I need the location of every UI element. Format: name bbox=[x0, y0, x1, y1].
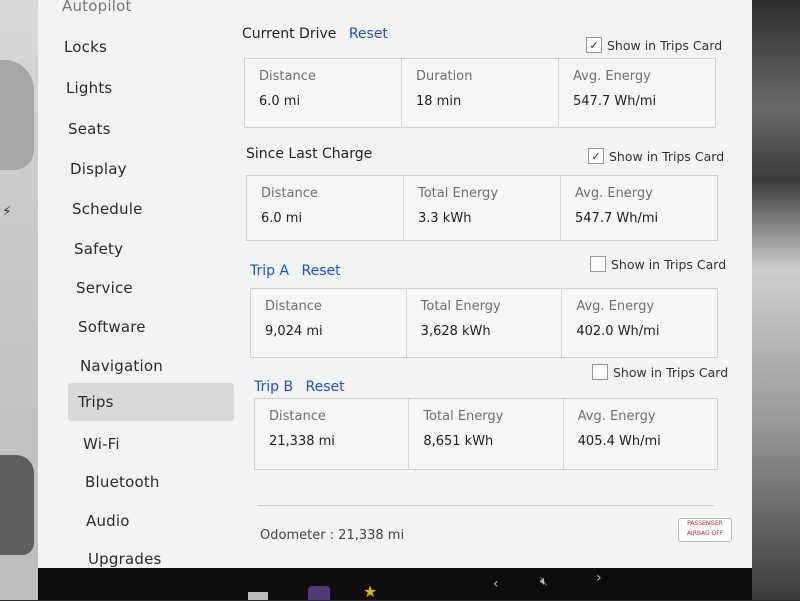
sidebar-item-safety[interactable]: Safety bbox=[74, 240, 123, 258]
slc-total-energy-cell: Total Energy 3.3 kWh bbox=[404, 176, 561, 240]
current-drive-duration-cell: Duration 18 min bbox=[402, 59, 559, 127]
distance-label: Distance bbox=[265, 299, 322, 314]
current-drive-reset-button[interactable]: Reset bbox=[349, 26, 388, 42]
avg-energy-label: Avg. Energy bbox=[573, 69, 651, 84]
mute-icon[interactable]: 🔇︎ bbox=[540, 574, 548, 589]
since-last-charge-card: Distance 6.0 mi Total Energy 3.3 kWh Avg… bbox=[246, 175, 718, 241]
current-drive-title: Current Drive bbox=[242, 26, 337, 42]
distance-label: Distance bbox=[259, 69, 316, 84]
distance-value: 9,024 mi bbox=[265, 324, 323, 339]
sidebar-item-autopilot[interactable]: Autopilot bbox=[62, 0, 132, 15]
charging-bolt-icon: ⚡︎ bbox=[2, 204, 12, 220]
total-energy-label: Total Energy bbox=[420, 299, 501, 314]
current-drive-header: Current Drive Reset bbox=[242, 26, 388, 42]
since-last-charge-title: Since Last Charge bbox=[246, 146, 373, 162]
distance-label: Distance bbox=[269, 409, 326, 424]
slc-distance-cell: Distance 6.0 mi bbox=[247, 176, 404, 240]
settings-panel: Autopilot Locks Lights Seats Display Sch… bbox=[38, 0, 752, 600]
sidebar-item-audio[interactable]: Audio bbox=[86, 512, 130, 530]
odometer-readout: Odometer : 21,338 mi bbox=[260, 528, 405, 543]
avg-energy-label: Avg. Energy bbox=[575, 186, 653, 201]
app-icon-3[interactable]: ★ bbox=[363, 582, 377, 601]
sidebar-item-trips[interactable]: Trips bbox=[68, 383, 234, 421]
section-divider bbox=[258, 505, 714, 506]
car-body-shape bbox=[0, 60, 34, 170]
trip-a-energy-cell: Avg. Energy 402.0 Wh/mi bbox=[562, 289, 717, 357]
chevron-left-icon[interactable]: ‹ bbox=[493, 576, 499, 592]
distance-value: 6.0 mi bbox=[259, 94, 301, 109]
current-drive-show-label: Show in Trips Card bbox=[607, 37, 723, 53]
total-energy-label: Total Energy bbox=[423, 409, 504, 424]
trip-a-show-label: Show in Trips Card bbox=[611, 256, 727, 272]
since-last-charge-show-checkbox[interactable]: ✓ Show in Trips Card bbox=[588, 148, 724, 164]
sidebar-item-locks[interactable]: Locks bbox=[64, 38, 107, 56]
sidebar-item-wifi[interactable]: Wi-Fi bbox=[83, 435, 120, 453]
sidebar-item-schedule[interactable]: Schedule bbox=[72, 200, 143, 218]
avg-energy-value: 405.4 Wh/mi bbox=[577, 434, 661, 449]
current-drive-energy-cell: Avg. Energy 547.7 Wh/mi bbox=[559, 59, 715, 127]
distance-value: 21,338 mi bbox=[269, 434, 335, 449]
airbag-badge-line2: AIRBAG OFF bbox=[686, 530, 724, 537]
background-scenery bbox=[752, 0, 800, 600]
sidebar-item-display[interactable]: Display bbox=[70, 160, 127, 178]
trip-a-reset-button[interactable]: Reset bbox=[302, 263, 341, 279]
checkmark-icon: ✓ bbox=[586, 37, 602, 53]
trip-b-show-checkbox[interactable]: Show in Trips Card bbox=[592, 364, 728, 380]
checkbox-empty-icon bbox=[592, 364, 608, 380]
trip-a-header: Trip A Reset bbox=[250, 263, 341, 279]
total-energy-value: 3,628 kWh bbox=[420, 324, 491, 339]
since-last-charge-show-label: Show in Trips Card bbox=[609, 148, 725, 164]
distance-label: Distance bbox=[261, 186, 318, 201]
avg-energy-label: Avg. Energy bbox=[577, 409, 656, 424]
checkbox-empty-icon bbox=[590, 256, 606, 272]
trip-b-reset-button[interactable]: Reset bbox=[306, 379, 345, 395]
sidebar-item-software[interactable]: Software bbox=[78, 318, 146, 336]
sidebar-item-upgrades[interactable]: Upgrades bbox=[88, 550, 162, 568]
trip-b-title: Trip B bbox=[254, 379, 294, 395]
trip-a-total-energy-cell: Total Energy 3,628 kWh bbox=[407, 289, 563, 357]
sidebar-item-navigation[interactable]: Navigation bbox=[80, 357, 163, 375]
duration-label: Duration bbox=[416, 69, 473, 84]
total-energy-label: Total Energy bbox=[418, 186, 499, 201]
trip-a-distance-cell: Distance 9,024 mi bbox=[251, 289, 407, 357]
slc-energy-cell: Avg. Energy 547.7 Wh/mi bbox=[561, 176, 717, 240]
sidebar-item-bluetooth[interactable]: Bluetooth bbox=[85, 473, 160, 491]
avg-energy-value: 547.7 Wh/mi bbox=[573, 94, 657, 109]
avg-energy-label: Avg. Energy bbox=[576, 299, 655, 314]
car-render: ⚡︎ bbox=[0, 0, 38, 600]
sidebar-item-seats[interactable]: Seats bbox=[68, 120, 111, 138]
trip-b-distance-cell: Distance 21,338 mi bbox=[255, 399, 410, 469]
current-drive-card: Distance 6.0 mi Duration 18 min Avg. Ene… bbox=[244, 58, 716, 128]
total-energy-value: 3.3 kWh bbox=[418, 211, 472, 226]
trip-a-show-checkbox[interactable]: Show in Trips Card bbox=[590, 256, 726, 272]
airbag-badge-line1: PASSENGER bbox=[687, 520, 723, 527]
duration-value: 18 min bbox=[416, 94, 462, 109]
sidebar-item-lights[interactable]: Lights bbox=[66, 79, 112, 97]
sidebar-item-service[interactable]: Service bbox=[76, 279, 133, 297]
app-icon-2[interactable] bbox=[308, 586, 330, 600]
total-energy-value: 8,651 kWh bbox=[423, 434, 494, 449]
avg-energy-value: 402.0 Wh/mi bbox=[576, 324, 660, 339]
taskbar: ★ ‹ 🔇︎ › bbox=[38, 568, 752, 601]
passenger-airbag-badge: PASSENGER AIRBAG OFF bbox=[678, 518, 732, 542]
current-drive-show-checkbox[interactable]: ✓ Show in Trips Card bbox=[586, 37, 722, 53]
trip-b-header: Trip B Reset bbox=[254, 379, 345, 395]
trip-b-energy-cell: Avg. Energy 405.4 Wh/mi bbox=[564, 399, 717, 469]
distance-value: 6.0 mi bbox=[261, 211, 303, 226]
trip-a-card: Distance 9,024 mi Total Energy 3,628 kWh… bbox=[250, 288, 718, 358]
car-wheel-shape bbox=[0, 455, 34, 555]
avg-energy-value: 547.7 Wh/mi bbox=[575, 211, 659, 226]
current-drive-distance-cell: Distance 6.0 mi bbox=[245, 59, 402, 127]
app-icon-1[interactable] bbox=[248, 592, 268, 600]
trip-b-card: Distance 21,338 mi Total Energy 8,651 kW… bbox=[254, 398, 718, 470]
trip-a-title: Trip A bbox=[250, 263, 290, 279]
chevron-right-icon[interactable]: › bbox=[596, 570, 602, 586]
settings-sidebar: Autopilot Locks Lights Seats Display Sch… bbox=[38, 0, 238, 600]
trip-b-total-energy-cell: Total Energy 8,651 kWh bbox=[409, 399, 564, 469]
checkmark-icon: ✓ bbox=[588, 148, 604, 164]
trip-b-show-label: Show in Trips Card bbox=[613, 364, 729, 380]
